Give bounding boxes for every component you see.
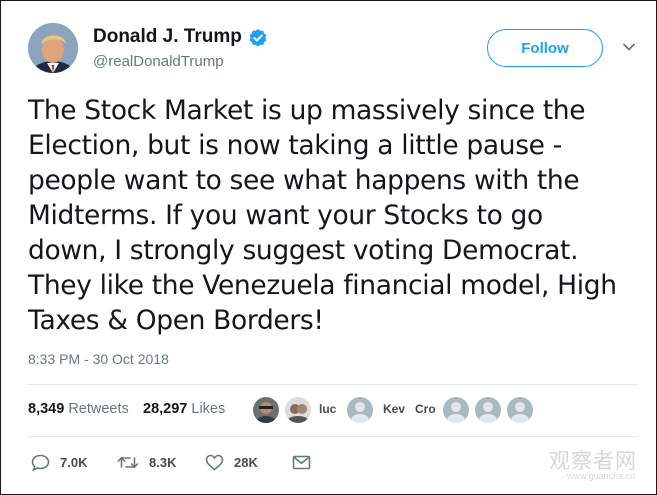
- retweet-icon: [117, 456, 139, 468]
- profile-photo-icon: [28, 23, 78, 73]
- tweet-line: Midterms. If you want your Stocks to go: [28, 200, 543, 231]
- default-avatar-icon: [351, 402, 369, 423]
- default-avatar-icon: [447, 402, 465, 423]
- retweets-count: 8,349: [28, 401, 65, 417]
- author-display-name[interactable]: Donald J. Trump: [93, 26, 242, 48]
- liker-avatar[interactable]: [285, 397, 311, 423]
- follow-button[interactable]: Follow: [487, 29, 603, 67]
- likes-label: Likes: [191, 401, 226, 417]
- tweet-line: They like the Venezuela financial model,…: [28, 270, 617, 301]
- heart-icon: [205, 454, 224, 471]
- retweets-label: Retweets: [68, 401, 129, 417]
- envelope-icon: [292, 455, 311, 469]
- author-handle[interactable]: @realDonaldTrump: [93, 53, 224, 70]
- divider: [28, 436, 638, 437]
- default-avatar-icon: [479, 402, 497, 423]
- liker-name: Cro: [415, 402, 436, 416]
- liker-avatar[interactable]: [475, 397, 501, 423]
- reply-count: 7.0K: [60, 454, 88, 470]
- liker-name: Kev: [383, 402, 406, 416]
- retweet-button[interactable]: 8.3K: [117, 453, 176, 471]
- tweet-text: The Stock Market is up massively since t…: [28, 93, 648, 338]
- direct-message-button[interactable]: [292, 453, 311, 471]
- tweet-line: Election, but is now taking a little pau…: [28, 130, 562, 161]
- tweet-card: Donald J. Trump @realDonaldTrump Follow …: [0, 0, 657, 495]
- reply-icon: [31, 454, 50, 471]
- default-avatar-icon: [511, 402, 529, 423]
- tweet-line: people want to see what happens with the: [28, 165, 580, 196]
- likes-stat[interactable]: 28,297 Likes: [143, 401, 225, 417]
- liker-avatar[interactable]: [443, 397, 469, 423]
- tweet-line: The Stock Market is up massively since t…: [28, 95, 586, 126]
- profile-photo-icon: [253, 397, 279, 423]
- verified-badge-icon: [249, 29, 267, 47]
- likes-count: 28,297: [143, 401, 188, 417]
- retweets-stat[interactable]: 8,349 Retweets: [28, 401, 129, 417]
- divider: [28, 384, 638, 385]
- liker-avatar[interactable]: [507, 397, 533, 423]
- tweet-line: down, I strongly suggest voting Democrat…: [28, 235, 579, 266]
- liker-avatar[interactable]: [253, 397, 279, 423]
- watermark-url: www.guancha.cn: [567, 471, 636, 481]
- like-button[interactable]: 28K: [205, 453, 258, 471]
- tweet-timestamp[interactable]: 8:33 PM - 30 Oct 2018: [28, 351, 169, 367]
- profile-photo-icon: [285, 397, 311, 423]
- reply-button[interactable]: 7.0K: [31, 453, 87, 471]
- author-avatar[interactable]: [28, 23, 78, 73]
- tweet-line: Taxes & Open Borders!: [28, 305, 324, 336]
- like-count: 28K: [234, 454, 258, 470]
- liker-avatar[interactable]: [347, 397, 373, 423]
- chevron-down-icon[interactable]: [622, 40, 636, 54]
- retweet-count: 8.3K: [149, 454, 177, 470]
- liker-name: luc: [319, 402, 337, 416]
